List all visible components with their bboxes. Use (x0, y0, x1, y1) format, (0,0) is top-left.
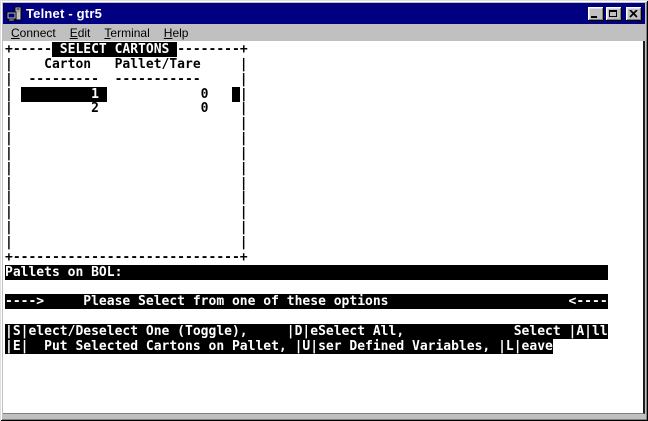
minimize-button[interactable] (588, 7, 604, 21)
terminal-row-17: ----> Please Select from one of these op… (5, 295, 643, 310)
terminal-row-11: | | (5, 206, 643, 221)
terminal-row-23 (5, 384, 643, 399)
menu-item-terminal[interactable]: Terminal (97, 25, 156, 41)
terminal-row-1: | Carton Pallet/Tare | (5, 58, 643, 73)
window-title: Telnet - gtr5 (26, 6, 584, 21)
terminal-row-15: Pallets on BOL: (5, 266, 643, 281)
close-icon (629, 10, 638, 18)
title-bar[interactable]: Telnet - gtr5 (3, 3, 645, 24)
menu-item-help[interactable]: Help (157, 25, 196, 41)
close-button[interactable] (626, 7, 642, 21)
terminal-row-21 (5, 355, 643, 370)
terminal-row-19: |S|elect/Deselect One (Toggle), |D|eSele… (5, 325, 643, 340)
terminal-row-7: | | (5, 147, 643, 162)
terminal-row-8: | | (5, 162, 643, 177)
telnet-window: Telnet - gtr5 ConnectEditTerminalHelp +-… (0, 0, 648, 421)
maximize-button[interactable] (606, 7, 622, 21)
terminal-row-4: | 2 0 | (5, 102, 643, 117)
telnet-app-icon[interactable] (6, 6, 22, 22)
terminal-row-6: | | (5, 132, 643, 147)
maximize-icon (609, 10, 617, 17)
menu-item-edit[interactable]: Edit (63, 25, 98, 41)
terminal-row-14: +-----------------------------+ (5, 251, 643, 266)
terminal-row-10: | | (5, 191, 643, 206)
terminal-row-13: | | (5, 236, 643, 251)
terminal-row-0: +----- SELECT CARTONS --------+ (5, 43, 643, 58)
terminal-screen[interactable]: +----- SELECT CARTONS --------+| Carton … (3, 41, 645, 414)
terminal-row-9: | | (5, 177, 643, 192)
terminal-row-20: |E| Put Selected Cartons on Pallet, |U|s… (5, 340, 643, 355)
terminal-row-16 (5, 281, 643, 296)
terminal-row-18 (5, 310, 643, 325)
menu-bar: ConnectEditTerminalHelp (3, 24, 645, 41)
terminal-row-2: | --------- ----------- | (5, 73, 643, 88)
terminal-row-12: | | (5, 221, 643, 236)
menu-item-connect[interactable]: Connect (4, 25, 63, 41)
minimize-icon (591, 16, 597, 18)
terminal-row-24 (5, 399, 643, 414)
terminal-row-22 (5, 370, 643, 385)
terminal-row-3: | 1 0 | (5, 88, 643, 103)
window-controls (588, 7, 642, 21)
terminal-row-5: | | (5, 117, 643, 132)
